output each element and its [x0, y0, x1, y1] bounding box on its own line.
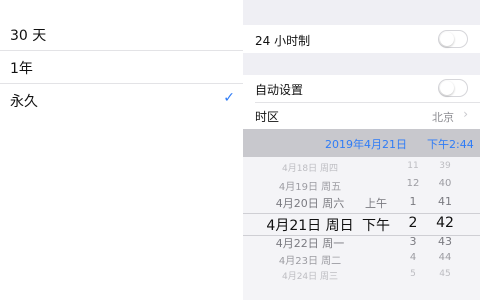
picker-date: 4月22日 周一	[275, 237, 345, 250]
timezone-row[interactable]: 时区 北京 ›	[243, 103, 480, 129]
chevron-right-icon: ›	[463, 107, 468, 121]
picker-hour: 12	[406, 178, 420, 189]
hour24-row: 24 小时制	[243, 25, 480, 53]
current-time: 下午2:44	[427, 138, 474, 151]
auto-set-toggle[interactable]	[438, 79, 468, 97]
picker-ampm: 下午	[362, 218, 390, 234]
picker-row[interactable]: 4月22日 周一 3 43	[243, 235, 480, 250]
option-1-year[interactable]: 1年	[0, 51, 243, 83]
picker-minute: 41	[438, 195, 452, 208]
hour24-toggle[interactable]	[438, 30, 468, 48]
picker-minute: 39	[439, 161, 451, 171]
toggle-knob	[440, 32, 454, 46]
picker-hour: 5	[410, 269, 416, 279]
picker-date: 4月20日 周六	[275, 197, 345, 210]
picker-ampm: 上午	[365, 197, 387, 210]
duration-list: 30 天 1年 永久 ✓	[0, 0, 243, 300]
timezone-label: 时区	[255, 110, 280, 124]
picker-minute: 44	[438, 252, 452, 263]
picker-date: 4月18日 周四	[281, 164, 339, 174]
picker-hour: 3	[409, 235, 417, 248]
date-time-settings: 24 小时制 自动设置 时区 北京 › 2019年4月21日 下午2:44 4月…	[243, 0, 480, 300]
picker-minute: 42	[436, 215, 454, 231]
picker-minute: 40	[438, 178, 452, 189]
picker-row[interactable]: 4月21日 周日 下午 2 42	[243, 215, 480, 234]
picker-hour: 2	[408, 215, 418, 231]
picker-minute: 45	[439, 269, 451, 279]
toggle-knob	[440, 81, 454, 95]
picker-hour: 11	[407, 161, 419, 171]
picker-date: 4月19日 周五	[278, 182, 342, 193]
picker-hour: 1	[409, 195, 417, 208]
option-30-days[interactable]: 30 天	[0, 18, 243, 50]
timezone-value: 北京	[432, 111, 454, 124]
date-time-display[interactable]: 2019年4月21日 下午2:44	[243, 129, 480, 157]
checkmark-icon: ✓	[223, 90, 235, 106]
date-time-picker[interactable]: 4月18日 周四 11 39 4月19日 周五 12 40 4月20日 周六 上午 1 41 4月2…	[243, 157, 480, 300]
current-date: 2019年4月21日	[325, 138, 407, 151]
picker-date: 4月24日 周三	[281, 272, 339, 282]
picker-row[interactable]: 4月18日 周四 11 39	[243, 161, 480, 174]
hour24-label: 24 小时制	[255, 34, 311, 48]
auto-timezone-group: 自动设置 时区 北京 ›	[243, 75, 480, 129]
picker-row[interactable]: 4月20日 周六 上午 1 41	[243, 195, 480, 210]
picker-row[interactable]: 4月24日 周三 5 45	[243, 269, 480, 282]
option-label: 永久	[10, 94, 38, 110]
picker-date: 4月21日 周日	[266, 218, 354, 234]
auto-set-label: 自动设置	[255, 83, 304, 97]
picker-row[interactable]: 4月19日 周五 12 40	[243, 178, 480, 193]
picker-minute: 43	[438, 235, 452, 248]
empty-area	[0, 116, 243, 300]
option-label: 1年	[10, 61, 33, 77]
selection-line-top	[243, 213, 480, 214]
picker-row[interactable]: 4月23日 周二 4 44	[243, 252, 480, 267]
option-label: 30 天	[10, 28, 47, 44]
picker-date: 4月23日 周二	[278, 256, 342, 267]
option-forever[interactable]: 永久 ✓	[0, 84, 243, 116]
picker-hour: 4	[409, 252, 417, 263]
